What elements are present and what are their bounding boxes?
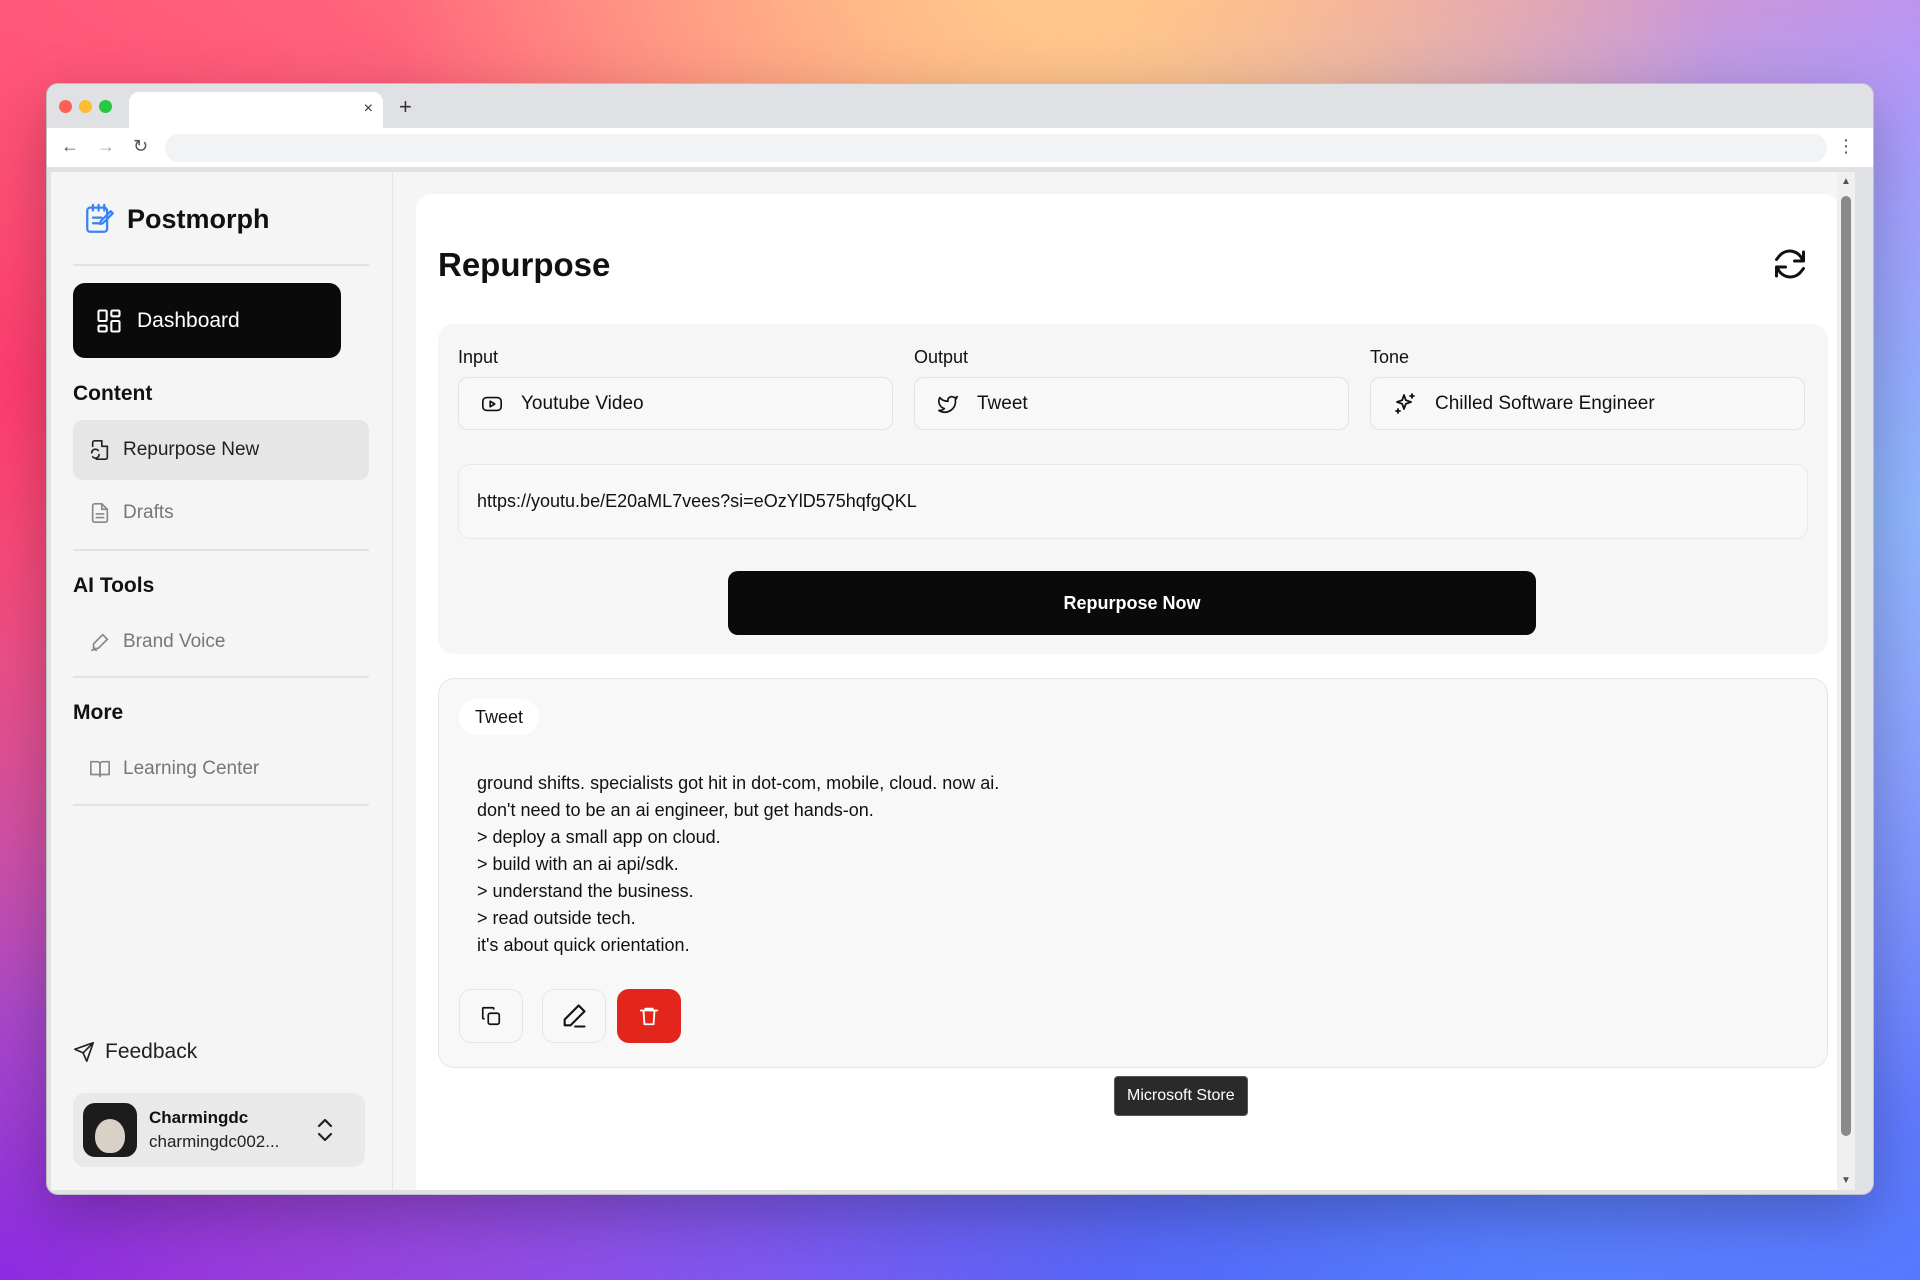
result-line: it's about quick orientation. <box>477 935 690 955</box>
divider <box>73 264 369 266</box>
sidebar-item-label: Brand Voice <box>123 631 226 652</box>
dashboard-label: Dashboard <box>137 308 240 332</box>
user-menu[interactable]: Charmingdc charmingdc002... <box>73 1093 365 1167</box>
output-label: Output <box>914 347 969 367</box>
refresh-icon[interactable] <box>1772 246 1808 282</box>
forward-icon[interactable]: → <box>97 136 115 157</box>
user-email: charmingdc002... <box>149 1132 280 1151</box>
result-line: > read outside tech. <box>477 908 636 928</box>
section-title-more: More <box>73 701 124 724</box>
divider <box>73 804 369 806</box>
divider <box>73 676 369 678</box>
result-line: ground shifts. specialists got hit in do… <box>477 773 1000 793</box>
feedback-label: Feedback <box>105 1040 198 1063</box>
tooltip: Microsoft Store <box>1114 1076 1248 1116</box>
sidebar-item-repurpose-new[interactable]: Repurpose New <box>73 420 369 480</box>
twitter-icon <box>938 395 958 413</box>
output-select[interactable]: Tweet <box>914 377 1349 430</box>
page-scrollbar[interactable]: ▲ ▼ <box>1837 172 1855 1190</box>
chevron-up-down-icon[interactable] <box>313 1115 337 1145</box>
main-content: Repurpose Input Youtube Video Output Twe… <box>416 194 1840 1190</box>
close-window-button[interactable] <box>59 100 72 113</box>
delete-button[interactable] <box>617 989 681 1043</box>
pencil-icon <box>563 1004 586 1028</box>
copy-button[interactable] <box>459 989 523 1043</box>
section-title-ai-tools: AI Tools <box>73 574 155 597</box>
sidebar-item-brand-voice[interactable]: Brand Voice <box>73 612 369 672</box>
sparkles-icon <box>1395 392 1415 414</box>
book-icon <box>90 760 110 778</box>
sidebar-item-learning-center[interactable]: Learning Center <box>73 739 369 799</box>
sidebar-item-drafts[interactable]: Drafts <box>73 483 369 543</box>
url-input[interactable] <box>458 464 1808 539</box>
browser-toolbar: ← → ↻ ⋮ <box>47 128 1873 168</box>
avatar-face <box>95 1119 125 1153</box>
section-title-content: Content <box>73 382 153 405</box>
back-icon[interactable]: ← <box>61 136 79 157</box>
dashboard-button[interactable]: Dashboard <box>73 283 341 358</box>
copy-icon <box>481 1006 501 1026</box>
result-line: > build with an ai api/sdk. <box>477 854 679 874</box>
sidebar-item-label: Learning Center <box>123 758 260 779</box>
sidebar-item-label: Drafts <box>123 502 174 523</box>
feedback-link[interactable]: Feedback <box>73 1040 197 1064</box>
browser-menu-icon[interactable]: ⋮ <box>1837 136 1855 157</box>
tab-close-icon[interactable]: × <box>364 100 373 118</box>
result-type-badge: Tweet <box>459 699 540 735</box>
page-viewport: Postmorph Dashboard Content Repurpose Ne… <box>51 172 1855 1190</box>
result-card: Tweet ground shifts. specialists got hit… <box>438 678 1828 1068</box>
trash-icon <box>639 1007 659 1026</box>
user-info: Charmingdc charmingdc002... <box>149 1108 279 1152</box>
notepad-pen-icon <box>86 203 114 233</box>
scrollbar-thumb[interactable] <box>1841 196 1851 1136</box>
input-select-value: Youtube Video <box>521 392 644 414</box>
input-label: Input <box>458 347 499 367</box>
browser-window: × + ← → ↻ ⋮ Postmorph Dashboard Content … <box>46 83 1874 1195</box>
output-select-value: Tweet <box>977 392 1028 414</box>
repurpose-now-button[interactable]: Repurpose Now <box>728 571 1536 635</box>
result-text: ground shifts. specialists got hit in do… <box>477 770 1777 959</box>
maximize-window-button[interactable] <box>99 100 112 113</box>
edit-button[interactable] <box>542 989 606 1043</box>
browser-tab[interactable]: × <box>129 92 383 128</box>
send-icon <box>74 1042 94 1062</box>
sidebar: Postmorph Dashboard Content Repurpose Ne… <box>51 172 393 1190</box>
new-tab-button[interactable]: + <box>399 94 412 120</box>
tone-select[interactable]: Chilled Software Engineer <box>1370 377 1805 430</box>
result-line: > understand the business. <box>477 881 694 901</box>
input-select[interactable]: Youtube Video <box>458 377 893 430</box>
result-line: > deploy a small app on cloud. <box>477 827 721 847</box>
reload-icon[interactable]: ↻ <box>133 136 148 157</box>
sidebar-item-label: Repurpose New <box>123 439 260 460</box>
scroll-down-icon[interactable]: ▼ <box>1841 1175 1851 1186</box>
document-icon <box>91 503 109 523</box>
avatar <box>83 1103 137 1157</box>
user-name: Charmingdc <box>149 1108 249 1127</box>
tone-select-value: Chilled Software Engineer <box>1435 392 1655 414</box>
repurpose-form: Input Youtube Video Output Tweet Tone Ch… <box>438 324 1828 654</box>
brand-name: Postmorph <box>127 203 270 234</box>
divider <box>73 549 369 551</box>
tone-label: Tone <box>1370 347 1410 367</box>
scroll-up-icon[interactable]: ▲ <box>1841 176 1851 187</box>
youtube-icon <box>482 396 502 411</box>
grid-icon <box>97 308 121 333</box>
address-bar[interactable] <box>165 134 1827 162</box>
pen-icon <box>90 633 109 652</box>
result-line: don't need to be an ai engineer, but get… <box>477 800 874 820</box>
browser-titlebar: × + <box>47 84 1873 128</box>
brand[interactable]: Postmorph <box>83 202 270 236</box>
file-refresh-icon <box>90 440 109 460</box>
page-title: Repurpose <box>438 246 611 283</box>
minimize-window-button[interactable] <box>79 100 92 113</box>
